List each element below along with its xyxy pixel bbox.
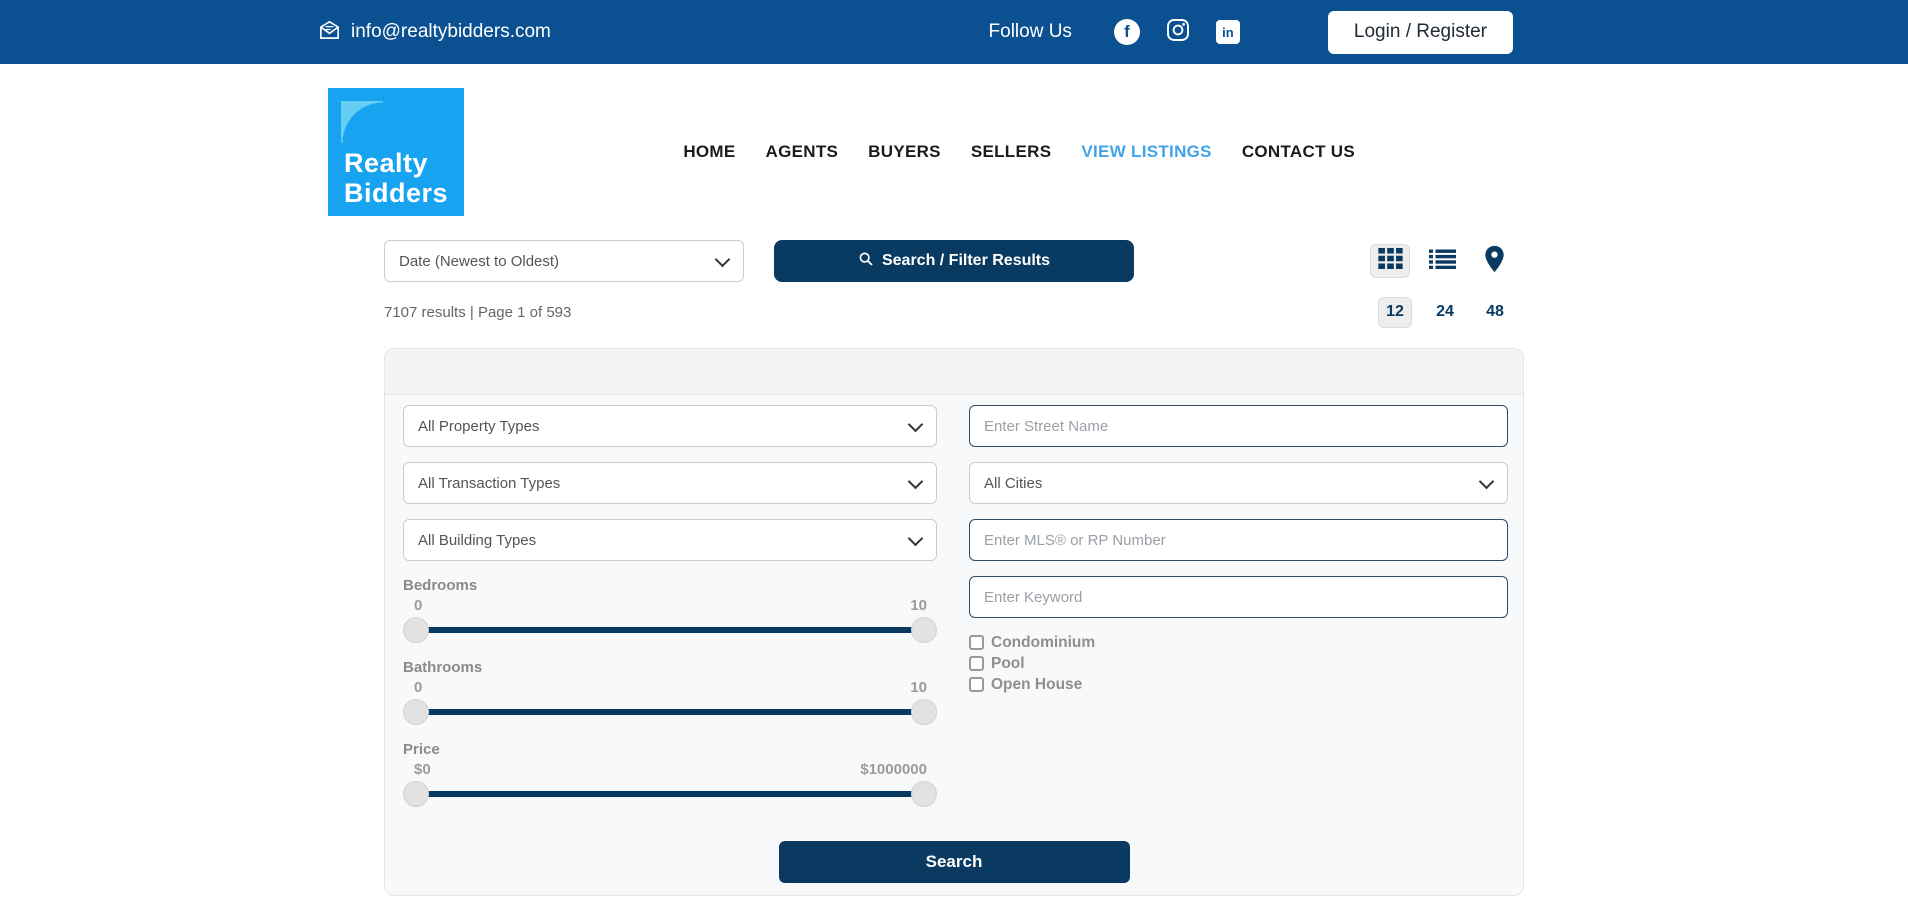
bedrooms-minmax: 0 10: [403, 597, 937, 615]
property-types-wrap: All Property Types: [403, 405, 937, 447]
bathrooms-slider-group: Bathrooms 0 10: [403, 659, 937, 725]
bedrooms-max-value: 10: [910, 597, 927, 615]
nav-agents[interactable]: AGENTS: [766, 142, 839, 162]
sort-select-wrap: Date (Newest to Oldest): [384, 240, 744, 282]
filter-panel-header: [385, 349, 1523, 395]
list-icon: [1429, 249, 1456, 274]
filter-right-column: All Cities Condominium Pool: [969, 405, 1508, 807]
street-name-input[interactable]: [969, 405, 1508, 447]
pool-checkbox[interactable]: [969, 656, 984, 671]
site-header: Realty Bidders HOME AGENTS BUYERS SELLER…: [0, 64, 1908, 240]
topbar-right: Follow Us f in Login / Register: [989, 11, 1513, 54]
price-min-value: $0: [414, 761, 431, 779]
search-button[interactable]: Search: [779, 841, 1130, 883]
bathrooms-label: Bathrooms: [403, 659, 937, 677]
bedrooms-slider-handle-max[interactable]: [911, 617, 937, 643]
page-size-selector: 12 24 48: [1378, 297, 1524, 328]
transaction-types-wrap: All Transaction Types: [403, 462, 937, 504]
cities-wrap: All Cities: [969, 462, 1508, 504]
open-house-check-row: Open House: [969, 674, 1508, 695]
pool-label: Pool: [991, 655, 1025, 673]
bathrooms-minmax: 0 10: [403, 679, 937, 697]
logo-corner-shape: [341, 101, 383, 143]
price-max-value: $1000000: [860, 761, 927, 779]
search-filter-results-button[interactable]: Search / Filter Results: [774, 240, 1134, 282]
right-fields: All Cities: [969, 405, 1508, 618]
nav-buyers[interactable]: BUYERS: [868, 142, 941, 162]
bathrooms-slider: [403, 699, 937, 725]
facebook-icon[interactable]: f: [1114, 19, 1140, 45]
price-slider-handle-min[interactable]: [403, 781, 429, 807]
price-slider-handle-max[interactable]: [911, 781, 937, 807]
building-types-wrap: All Building Types: [403, 519, 937, 561]
nav-view-listings[interactable]: VIEW LISTINGS: [1081, 142, 1211, 162]
filter-panel-body: All Property Types All Transaction Types…: [385, 395, 1523, 807]
instagram-icon[interactable]: [1166, 18, 1190, 47]
price-minmax: $0 $1000000: [403, 761, 937, 779]
price-slider-group: Price $0 $1000000: [403, 741, 937, 807]
main-nav: HOME AGENTS BUYERS SELLERS VIEW LISTINGS…: [683, 142, 1355, 162]
contact-email-link[interactable]: info@realtybidders.com: [318, 18, 551, 47]
results-count-text: 7107 results | Page 1 of 593: [384, 304, 571, 321]
follow-us-label: Follow Us: [989, 21, 1072, 43]
view-toggles: [1370, 244, 1524, 278]
filter-left-column: All Property Types All Transaction Types…: [403, 405, 937, 807]
pool-check-row: Pool: [969, 653, 1508, 674]
mls-number-input[interactable]: [969, 519, 1508, 561]
nav-sellers[interactable]: SELLERS: [971, 142, 1052, 162]
price-label: Price: [403, 741, 937, 759]
page-size-24[interactable]: 24: [1428, 297, 1462, 328]
results-toolbar: Date (Newest to Oldest) Search / Filter …: [384, 240, 1524, 282]
map-view-toggle[interactable]: [1474, 244, 1514, 278]
transaction-types-select[interactable]: All Transaction Types: [403, 462, 937, 504]
linkedin-icon[interactable]: in: [1216, 20, 1240, 44]
logo-text: Realty Bidders: [344, 148, 448, 208]
bathrooms-slider-handle-min[interactable]: [403, 699, 429, 725]
main-content: Date (Newest to Oldest) Search / Filter …: [384, 240, 1524, 896]
realty-bidders-logo[interactable]: Realty Bidders: [328, 88, 464, 216]
email-text: info@realtybidders.com: [351, 21, 551, 43]
cities-select[interactable]: All Cities: [969, 462, 1508, 504]
building-types-select[interactable]: All Building Types: [403, 519, 937, 561]
price-slider: [403, 781, 937, 807]
feature-checkboxes: Condominium Pool Open House: [969, 632, 1508, 695]
condominium-checkbox[interactable]: [969, 635, 984, 650]
bathrooms-max-value: 10: [910, 679, 927, 697]
open-house-checkbox[interactable]: [969, 677, 984, 692]
bedrooms-slider-track[interactable]: [406, 627, 934, 633]
map-pin-icon: [1484, 245, 1505, 278]
results-summary-row: 7107 results | Page 1 of 593 12 24 48: [384, 296, 1524, 328]
bedrooms-slider: [403, 617, 937, 643]
keyword-input[interactable]: [969, 576, 1508, 618]
sort-select[interactable]: Date (Newest to Oldest): [384, 240, 744, 282]
page-size-48[interactable]: 48: [1478, 297, 1512, 328]
bathrooms-slider-track[interactable]: [406, 709, 934, 715]
login-register-button[interactable]: Login / Register: [1328, 11, 1513, 54]
price-slider-track[interactable]: [406, 791, 934, 797]
topbar: info@realtybidders.com Follow Us f in Lo…: [0, 0, 1908, 64]
social-links: f in: [1114, 18, 1240, 47]
left-selects: All Property Types All Transaction Types…: [403, 405, 937, 561]
magnifier-icon: [858, 251, 874, 272]
list-view-toggle[interactable]: [1422, 244, 1462, 278]
grid-view-toggle[interactable]: [1370, 244, 1410, 278]
envelope-open-icon: [318, 18, 341, 47]
condominium-label: Condominium: [991, 634, 1095, 652]
bedrooms-slider-group: Bedrooms 0 10: [403, 577, 937, 643]
open-house-label: Open House: [991, 676, 1082, 694]
page-size-12[interactable]: 12: [1378, 297, 1412, 328]
nav-contact-us[interactable]: CONTACT US: [1242, 142, 1355, 162]
filter-panel: All Property Types All Transaction Types…: [384, 348, 1524, 896]
filter-button-label: Search / Filter Results: [882, 252, 1050, 270]
bathrooms-slider-handle-max[interactable]: [911, 699, 937, 725]
grid-icon: [1378, 248, 1403, 274]
filter-panel-footer: Search: [385, 841, 1523, 883]
condominium-check-row: Condominium: [969, 632, 1508, 653]
bedrooms-label: Bedrooms: [403, 577, 937, 595]
bathrooms-min-value: 0: [414, 679, 422, 697]
nav-home[interactable]: HOME: [683, 142, 735, 162]
bedrooms-min-value: 0: [414, 597, 422, 615]
bedrooms-slider-handle-min[interactable]: [403, 617, 429, 643]
property-types-select[interactable]: All Property Types: [403, 405, 937, 447]
